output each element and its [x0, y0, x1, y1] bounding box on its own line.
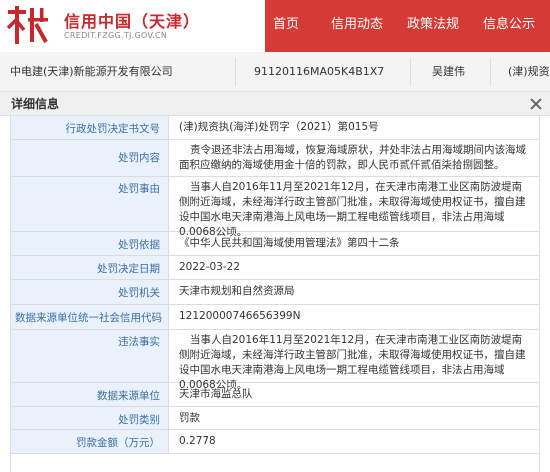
table-row: 处罚类别 罚款: [11, 407, 539, 430]
table-row: 处罚事由 当事人自2016年11月至2021年12月，在天津市南港工业区南防波堤…: [11, 177, 539, 238]
table-row: 违法事实 当事人自2016年11月至2021年12月，在天津市南港工业区南防波堤…: [11, 330, 539, 391]
field-value: 12120000746656399N: [179, 310, 301, 322]
field-value: (津)规资执(海洋)处罚字（2021）第015号: [179, 121, 379, 133]
field-value: 0.2778: [179, 435, 216, 447]
company-name: 中电建(天津)新能源开发有限公司: [10, 65, 173, 78]
divider: [490, 58, 491, 86]
table-row: 处罚内容 责令退还非法占用海域，恢复海域原状，并处非法占用海域期间内该海域面积应…: [11, 140, 539, 177]
field-value: 天津市海监总队: [179, 388, 253, 400]
table-row: 数据来源单位 天津市海监总队: [11, 383, 539, 407]
field-label: 处罚事由: [11, 177, 169, 231]
field-label: 处罚机关: [11, 280, 169, 304]
main-nav: 首页 信用动态 政策法规 信息公示: [265, 0, 547, 52]
detail-table: 行政处罚决定书文号 (津)规资执(海洋)处罚字（2021）第015号 处罚内容 …: [10, 116, 540, 472]
field-label: 处罚依据: [11, 232, 169, 255]
credit-china-logo-icon: [6, 6, 48, 44]
field-label: 行政处罚决定书文号: [11, 116, 169, 139]
nav-credit-news[interactable]: 信用动态: [319, 0, 395, 52]
nav-home[interactable]: 首页: [265, 0, 319, 52]
field-label: 处罚内容: [11, 140, 169, 176]
table-row: 处罚决定日期 2022-03-22: [11, 256, 539, 280]
dialog-title: 详细信息: [11, 97, 60, 111]
nav-public-info[interactable]: 信息公示: [471, 0, 547, 52]
site-title: 信用中国（天津）: [64, 12, 201, 31]
company-result-row[interactable]: 中电建(天津)新能源开发有限公司 91120116MA05K4B1X7 吴建伟 …: [0, 52, 550, 92]
field-value: 责令退还非法占用海域，恢复海域原状，并处非法占用海域期间内该海域面积应缴纳的海域…: [179, 144, 526, 171]
detail-dialog-header: 详细信息: [0, 92, 550, 116]
field-value: 罚款: [179, 412, 200, 424]
field-label: 违法事实: [11, 330, 169, 382]
credit-code: 91120116MA05K4B1X7: [254, 65, 385, 78]
field-value: 当事人自2016年11月至2021年12月，在天津市南港工业区南防波堤南侧附近海…: [179, 181, 526, 238]
field-label: 罚款金额（万元）: [11, 430, 169, 453]
logo-area[interactable]: 信用中国（天津） CREDIT.FZGG.TJ.GOV.CN: [0, 0, 265, 52]
site-header: 信用中国（天津） CREDIT.FZGG.TJ.GOV.CN 首页 信用动态 政…: [0, 0, 550, 52]
site-domain: CREDIT.FZGG.TJ.GOV.CN: [64, 31, 168, 40]
legal-person: 吴建伟: [432, 65, 465, 78]
field-label: 处罚决定日期: [11, 256, 169, 279]
document-number-partial: (津)规资: [508, 65, 550, 78]
field-value: 天津市规划和自然资源局: [179, 285, 295, 297]
field-value: 《中华人民共和国海域使用管理法》第四十二条: [179, 237, 400, 249]
field-label: 处罚类别: [11, 407, 169, 429]
close-icon[interactable]: [528, 96, 544, 112]
table-row: 处罚机关 天津市规划和自然资源局: [11, 280, 539, 305]
field-label: 数据来源单位: [11, 383, 169, 406]
table-row: 数据来源单位统一社会信用代码 12120000746656399N: [11, 305, 539, 330]
divider: [410, 58, 411, 86]
nav-policies[interactable]: 政策法规: [395, 0, 471, 52]
divider: [235, 58, 236, 86]
field-label: 数据来源单位统一社会信用代码: [11, 305, 169, 329]
table-row: 罚款金额（万元） 0.2778: [11, 430, 539, 454]
field-value: 当事人自2016年11月至2021年12月，在天津市南港工业区南防波堤南侧附近海…: [179, 334, 526, 391]
table-row: 处罚依据 《中华人民共和国海域使用管理法》第四十二条: [11, 232, 539, 256]
table-row: 行政处罚决定书文号 (津)规资执(海洋)处罚字（2021）第015号: [11, 116, 539, 140]
field-value: 2022-03-22: [179, 261, 241, 273]
